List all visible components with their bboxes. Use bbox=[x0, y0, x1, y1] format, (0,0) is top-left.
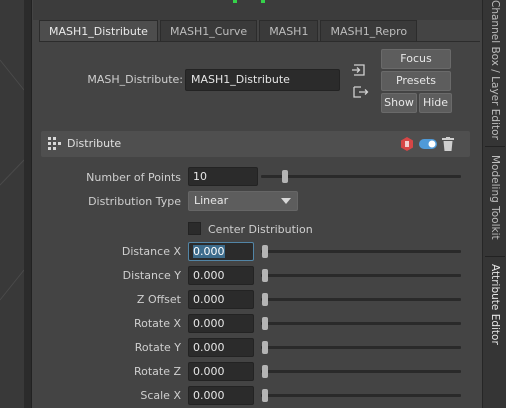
rotate-z-field[interactable]: 0.000 bbox=[188, 362, 254, 381]
viewport-wireframe bbox=[0, 59, 24, 301]
distance-y-slider-handle[interactable] bbox=[262, 269, 268, 282]
focus-output-icon[interactable] bbox=[351, 84, 369, 100]
side-tab-modeling-toolkit-label: Modeling Toolkit bbox=[489, 154, 501, 240]
node-tabs: MASH1_Distribute MASH1_Curve MASH1 MASH1… bbox=[39, 20, 419, 41]
distribution-type-label: Distribution Type bbox=[88, 195, 181, 208]
distribution-type-value: Linear bbox=[194, 194, 229, 207]
side-tab-divider bbox=[485, 256, 505, 257]
number-of-points-slider[interactable] bbox=[261, 175, 461, 178]
scale-x-label: Scale X bbox=[140, 389, 181, 402]
distance-y-label: Distance Y bbox=[122, 269, 181, 282]
z-offset-slider-handle[interactable] bbox=[262, 293, 268, 306]
tab-mash1-curve[interactable]: MASH1_Curve bbox=[159, 20, 258, 41]
trash-icon[interactable] bbox=[442, 137, 454, 151]
distance-x-field[interactable]: 0.000 bbox=[188, 242, 254, 261]
scale-x-slider[interactable] bbox=[261, 394, 461, 397]
distribute-node-icon bbox=[48, 137, 61, 150]
tab-mash1[interactable]: MASH1 bbox=[259, 20, 319, 41]
side-tab-channel-box[interactable]: Channel Box / Layer Editor bbox=[483, 0, 506, 140]
viewport-edge[interactable] bbox=[0, 0, 24, 408]
scale-x-slider-handle[interactable] bbox=[262, 389, 268, 402]
rotate-y-field[interactable]: 0.000 bbox=[188, 338, 254, 357]
z-offset-label: Z Offset bbox=[136, 293, 181, 306]
rotate-z-slider-handle[interactable] bbox=[262, 365, 268, 378]
panel-splitter[interactable] bbox=[24, 0, 32, 408]
number-of-points-slider-handle[interactable] bbox=[282, 170, 288, 183]
scale-x-field[interactable]: 0.000 bbox=[188, 386, 254, 405]
side-tab-attribute-editor[interactable]: Attribute Editor bbox=[483, 260, 506, 348]
distance-y-slider[interactable] bbox=[261, 274, 461, 277]
attribute-editor-panel: MASH1_Distribute MASH1_Curve MASH1 MASH1… bbox=[33, 0, 482, 408]
enable-toggle-icon[interactable] bbox=[419, 139, 437, 149]
side-tab-divider bbox=[485, 146, 505, 147]
number-of-points-field[interactable]: 10 bbox=[188, 167, 258, 186]
section-title: Distribute bbox=[67, 137, 122, 150]
tab-mash1-distribute[interactable]: MASH1_Distribute bbox=[39, 20, 158, 41]
mash-node-icon[interactable] bbox=[400, 137, 414, 151]
side-tab-attribute-editor-label: Attribute Editor bbox=[489, 263, 501, 345]
show-button[interactable]: Show bbox=[381, 93, 417, 113]
distribution-type-dropdown[interactable]: Linear bbox=[188, 191, 298, 211]
node-name-field[interactable]: MASH1_Distribute bbox=[185, 69, 340, 91]
tab-mash1-repro[interactable]: MASH1_Repro bbox=[320, 20, 418, 41]
node-name-label: MASH_Distribute: bbox=[87, 73, 183, 86]
distance-x-value: 0.000 bbox=[193, 245, 225, 258]
panel-top-strip bbox=[33, 0, 482, 20]
center-distribution-label: Center Distribution bbox=[208, 223, 313, 236]
rotate-x-field[interactable]: 0.000 bbox=[188, 314, 254, 333]
rotate-x-slider[interactable] bbox=[261, 322, 461, 325]
distance-x-slider-handle[interactable] bbox=[262, 245, 268, 258]
indicator-mark bbox=[261, 0, 265, 3]
rotate-x-slider-handle[interactable] bbox=[262, 317, 268, 330]
number-of-points-label: Number of Points bbox=[86, 171, 181, 184]
distance-x-slider[interactable] bbox=[261, 250, 461, 253]
side-tab-strip: Channel Box / Layer Editor Modeling Tool… bbox=[482, 0, 506, 408]
focus-input-icon[interactable] bbox=[351, 62, 369, 78]
side-tab-modeling-toolkit[interactable]: Modeling Toolkit bbox=[483, 150, 506, 244]
distribute-section-header[interactable]: Distribute bbox=[41, 131, 470, 157]
z-offset-field[interactable]: 0.000 bbox=[188, 290, 254, 309]
rotate-y-slider[interactable] bbox=[261, 346, 461, 349]
hide-button[interactable]: Hide bbox=[419, 93, 452, 113]
tabs-divider bbox=[39, 41, 480, 42]
distance-y-field[interactable]: 0.000 bbox=[188, 266, 254, 285]
indicator-mark bbox=[233, 0, 237, 3]
rotate-x-label: Rotate X bbox=[133, 317, 181, 330]
chevron-down-icon bbox=[281, 198, 291, 204]
presets-button[interactable]: Presets bbox=[381, 71, 451, 91]
rotate-y-label: Rotate Y bbox=[134, 341, 181, 354]
distance-x-label: Distance X bbox=[121, 245, 181, 258]
focus-button[interactable]: Focus bbox=[381, 49, 451, 69]
rotate-z-slider[interactable] bbox=[261, 370, 461, 373]
rotate-y-slider-handle[interactable] bbox=[262, 341, 268, 354]
rotate-z-label: Rotate Z bbox=[133, 365, 181, 378]
side-tab-channel-box-label: Channel Box / Layer Editor bbox=[489, 0, 501, 140]
center-distribution-checkbox[interactable] bbox=[188, 222, 201, 235]
z-offset-slider[interactable] bbox=[261, 298, 461, 301]
